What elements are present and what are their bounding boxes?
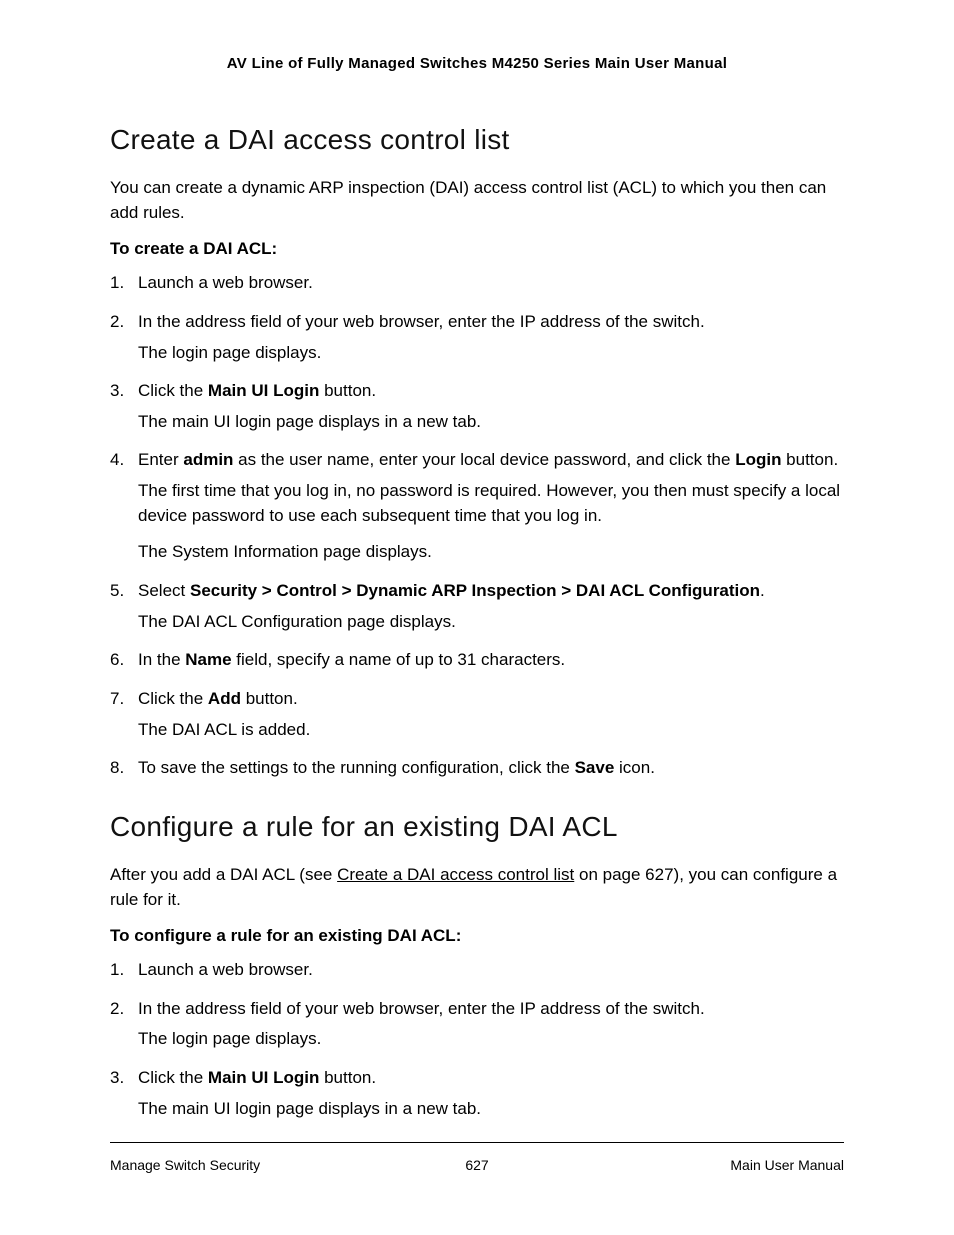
- step-text-bold: admin: [183, 450, 233, 469]
- procedure-steps: Launch a web browser. In the address fie…: [110, 958, 844, 1121]
- cross-reference-link[interactable]: Create a DAI access control list: [337, 865, 574, 884]
- step-followup: The login page displays.: [138, 1027, 844, 1052]
- document-header: AV Line of Fully Managed Switches M4250 …: [110, 55, 844, 72]
- page-footer: Manage Switch Security 627 Main User Man…: [110, 1142, 844, 1173]
- section-intro: You can create a dynamic ARP inspection …: [110, 176, 844, 225]
- step-text-pre: Click the: [138, 1068, 208, 1087]
- procedure-steps: Launch a web browser. In the address fie…: [110, 271, 844, 781]
- step-text-pre: Click the: [138, 689, 208, 708]
- step-text-post: button.: [781, 450, 838, 469]
- step-text-bold: Security > Control > Dynamic ARP Inspect…: [190, 581, 760, 600]
- step-5: Select Security > Control > Dynamic ARP …: [110, 579, 844, 634]
- step-2: In the address field of your web browser…: [110, 310, 844, 365]
- step-followup: The main UI login page displays in a new…: [138, 1097, 844, 1122]
- step-text: Launch a web browser.: [138, 273, 313, 292]
- step-text-post: .: [760, 581, 765, 600]
- step-text-bold: Save: [575, 758, 615, 777]
- section-heading-configure-rule: Configure a rule for an existing DAI ACL: [110, 811, 844, 843]
- step-text-bold: Login: [735, 450, 781, 469]
- step-text: In the address field of your web browser…: [138, 312, 705, 331]
- step-text-bold: Add: [208, 689, 241, 708]
- step-text-post: icon.: [614, 758, 655, 777]
- step-text-pre: Enter: [138, 450, 183, 469]
- step-text-bold: Name: [185, 650, 231, 669]
- intro-mid: on page: [574, 865, 645, 884]
- step-7: Click the Add button. The DAI ACL is add…: [110, 687, 844, 742]
- procedure-subheading: To create a DAI ACL:: [110, 239, 844, 259]
- step-text-bold: Main UI Login: [208, 381, 319, 400]
- step-4: Enter admin as the user name, enter your…: [110, 448, 844, 565]
- step-text-pre: To save the settings to the running conf…: [138, 758, 575, 777]
- step-followup: The first time that you log in, no passw…: [138, 479, 844, 528]
- step-followup: The DAI ACL is added.: [138, 718, 844, 743]
- step-followup: The main UI login page displays in a new…: [138, 410, 844, 435]
- step-text-post: field, specify a name of up to 31 charac…: [232, 650, 566, 669]
- xref-page-number: 627: [645, 865, 673, 884]
- step-followup: The DAI ACL Configuration page displays.: [138, 610, 844, 635]
- step-text-pre: Select: [138, 581, 190, 600]
- step-text: In the address field of your web browser…: [138, 999, 705, 1018]
- step-2: In the address field of your web browser…: [110, 997, 844, 1052]
- section-heading-create-dai-acl: Create a DAI access control list: [110, 124, 844, 156]
- step-text-post: button.: [319, 381, 376, 400]
- step-6: In the Name field, specify a name of up …: [110, 648, 844, 673]
- step-text-mid: as the user name, enter your local devic…: [233, 450, 735, 469]
- step-followup: The System Information page displays.: [138, 540, 844, 565]
- step-followup: The login page displays.: [138, 341, 844, 366]
- step-1: Launch a web browser.: [110, 271, 844, 296]
- step-text-pre: In the: [138, 650, 185, 669]
- intro-pre: After you add a DAI ACL (see: [110, 865, 337, 884]
- step-text-bold: Main UI Login: [208, 1068, 319, 1087]
- step-3: Click the Main UI Login button. The main…: [110, 379, 844, 434]
- step-text-post: button.: [319, 1068, 376, 1087]
- section-intro: After you add a DAI ACL (see Create a DA…: [110, 863, 844, 912]
- footer-page-number: 627: [110, 1157, 844, 1173]
- step-text: Launch a web browser.: [138, 960, 313, 979]
- procedure-subheading: To configure a rule for an existing DAI …: [110, 926, 844, 946]
- step-text-pre: Click the: [138, 381, 208, 400]
- step-1: Launch a web browser.: [110, 958, 844, 983]
- step-8: To save the settings to the running conf…: [110, 756, 844, 781]
- step-text-post: button.: [241, 689, 298, 708]
- step-3: Click the Main UI Login button. The main…: [110, 1066, 844, 1121]
